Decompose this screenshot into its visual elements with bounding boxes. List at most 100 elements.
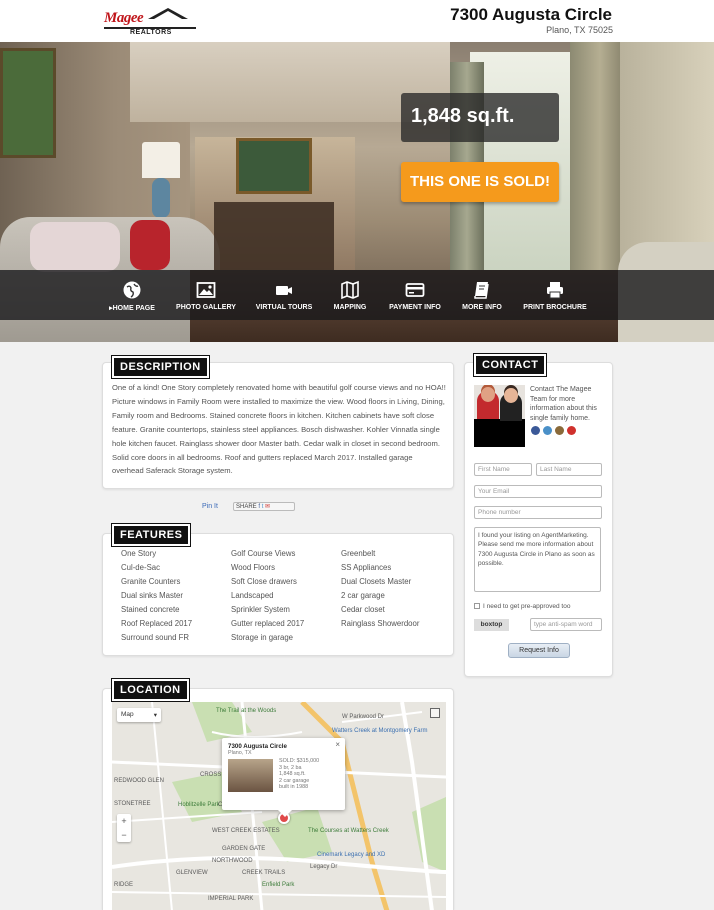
- zoom-control: + −: [117, 814, 131, 842]
- feature-item: Sprinkler System: [231, 605, 290, 614]
- map-place-label: REDWOOD GLEN: [114, 778, 165, 784]
- map-place-label: Watters Creek at Montgomery Farm: [332, 728, 428, 734]
- zoom-out-button[interactable]: −: [117, 828, 131, 842]
- map-place-label: CROSS: [200, 772, 222, 778]
- image-icon: [196, 282, 216, 298]
- map-place-label: W Parkwood Dr: [342, 714, 385, 720]
- first-name-field[interactable]: First Name: [474, 463, 532, 476]
- youtube-icon[interactable]: [567, 426, 576, 435]
- map-info-popup: 7300 Augusta Circle Plano, TX × SOLD: $3…: [222, 738, 345, 817]
- nav-more-info[interactable]: MORE INFO: [460, 270, 504, 320]
- logo-brand: Magee: [104, 10, 144, 26]
- magee-realtors-logo[interactable]: Magee REALTORS: [104, 8, 196, 38]
- map-place-label: STONETREE: [114, 801, 151, 807]
- feature-item: Golf Course Views: [231, 549, 296, 558]
- feature-item: One Story: [121, 549, 157, 558]
- feature-item: Landscaped: [231, 591, 274, 600]
- map-type-select[interactable]: Map ▾: [117, 708, 161, 722]
- square-footage-badge: 1,848 sq.ft.: [401, 93, 559, 142]
- feature-item: Wood Floors: [231, 563, 276, 572]
- captcha-word: boxtop: [474, 619, 509, 631]
- last-name-field[interactable]: Last Name: [536, 463, 602, 476]
- feature-item: Storage in garage: [231, 633, 293, 642]
- map-place-label: CREEK TRAILS: [242, 870, 286, 876]
- checkbox-icon: [474, 603, 480, 609]
- linkedin-icon[interactable]: [543, 426, 552, 435]
- map-place-label: GLENVIEW: [176, 870, 208, 876]
- map-place-label: NORTHWOOD: [212, 858, 253, 864]
- share-button[interactable]: SHARE f t ✉: [233, 502, 295, 511]
- instagram-icon[interactable]: [555, 426, 564, 435]
- video-icon: [276, 286, 292, 295]
- features-panel: One Story Cul-de-Sac Granite Counters Dual …: [102, 533, 454, 656]
- nav-home-page[interactable]: ▸HOME PAGE: [106, 270, 158, 320]
- feature-item: Stained concrete: [121, 605, 180, 614]
- description-panel: One of a kind! One Story completely reno…: [102, 362, 454, 489]
- map-place-label: The Trail at the Woods: [216, 708, 277, 714]
- feature-item: Soft Close drawers: [231, 577, 297, 586]
- agents-photo: [474, 385, 525, 447]
- logo-sub: REALTORS: [130, 29, 172, 36]
- fullscreen-icon[interactable]: [430, 708, 440, 718]
- features-heading: FEATURES: [112, 524, 191, 546]
- nav-virtual-tours[interactable]: VIRTUAL TOURS: [254, 270, 314, 320]
- feature-item: Rainglass Showerdoor: [341, 619, 420, 628]
- feature-item: Dual Closets Master: [341, 577, 412, 586]
- feature-item: 2 car garage: [341, 591, 385, 600]
- popup-title: 7300 Augusta Circle: [228, 743, 287, 750]
- request-info-button[interactable]: Request Info: [508, 643, 570, 658]
- pin-it-link[interactable]: Pin It: [202, 503, 218, 510]
- map-place-label: Legacy Dr: [310, 864, 338, 870]
- popup-details: SOLD: $315,000 3 br, 2 ba 1,848 sq.ft. 2 ca…: [279, 758, 319, 791]
- site-header: Magee REALTORS 7300 Augusta Circle Plano…: [0, 0, 714, 42]
- hero-photo: 1,848 sq.ft. THIS ONE IS SOLD! ▸HOME PAG…: [0, 42, 714, 342]
- feature-item: SS Appliances: [341, 563, 392, 572]
- description-text: One of a kind! One Story completely reno…: [112, 383, 446, 476]
- feature-item: Dual sinks Master: [121, 591, 183, 600]
- email-field[interactable]: Your Email: [474, 485, 602, 498]
- location-heading: LOCATION: [112, 679, 189, 701]
- map-place-label: IMPERIAL PARK: [208, 896, 254, 902]
- share-row: Pin It SHARE f t ✉: [202, 502, 295, 511]
- map-place-label: Cinemark Legacy and XD: [317, 852, 386, 858]
- book-icon: [474, 282, 489, 299]
- popup-detail-line: SOLD: $315,000: [279, 758, 320, 764]
- phone-field[interactable]: Phone number: [474, 506, 602, 519]
- feature-item: Surround sound FR: [121, 633, 190, 642]
- map-place-label: WEST CREEK ESTATES: [212, 828, 280, 834]
- message-textarea[interactable]: I found your listing on AgentMarketing. …: [474, 527, 601, 592]
- feature-item: Roof Replaced 2017: [121, 619, 193, 628]
- property-address-title: 7300 Augusta Circle: [450, 5, 612, 24]
- feature-item: Cedar closet: [341, 605, 385, 614]
- location-map[interactable]: The Trail at the Woods W Parkwood Dr Watte…: [112, 702, 446, 910]
- contact-heading: CONTACT: [474, 354, 547, 376]
- popup-city: Plano, TX: [228, 750, 252, 756]
- map-place-label: RIDGE: [114, 882, 134, 888]
- sold-banner-button[interactable]: THIS ONE IS SOLD!: [401, 162, 559, 202]
- popup-close-button[interactable]: ×: [335, 740, 340, 749]
- printer-icon: [547, 282, 563, 299]
- house-roof-icon: [148, 8, 188, 19]
- map-place-label: The Courses at Watters Creek: [308, 828, 389, 834]
- preapproved-checkbox[interactable]: I need to get pre-approved too: [474, 603, 570, 610]
- antispam-field[interactable]: type anti-spam word: [530, 618, 602, 631]
- zoom-in-button[interactable]: +: [117, 814, 131, 828]
- property-nav-bar: ▸HOME PAGE PHOTO GALLERY VIRTUAL TOURS M…: [0, 270, 714, 320]
- feature-item: Cul-de-Sac: [121, 563, 160, 572]
- nav-photo-gallery[interactable]: PHOTO GALLERY: [176, 270, 236, 320]
- contact-panel: Contact The Magee Team for more informat…: [464, 362, 613, 677]
- nav-print-brochure[interactable]: PRINT BROCHURE: [522, 270, 588, 320]
- feature-item: Gutter replaced 2017: [231, 619, 305, 628]
- map-icon: [341, 280, 359, 300]
- globe-icon: [123, 281, 141, 299]
- property-city: Plano, TX 75025: [546, 25, 613, 35]
- nav-payment-info[interactable]: PAYMENT INFO: [388, 270, 442, 320]
- map-place-label: Enfield Park: [262, 882, 295, 888]
- credit-card-icon: [405, 283, 425, 297]
- popup-thumbnail: [228, 759, 273, 792]
- chevron-down-icon: ▾: [153, 712, 157, 719]
- facebook-icon[interactable]: [531, 426, 540, 435]
- nav-mapping[interactable]: MAPPING: [330, 270, 370, 320]
- feature-item: Greenbelt: [341, 549, 376, 558]
- popup-detail-line: built in 1988: [279, 784, 309, 790]
